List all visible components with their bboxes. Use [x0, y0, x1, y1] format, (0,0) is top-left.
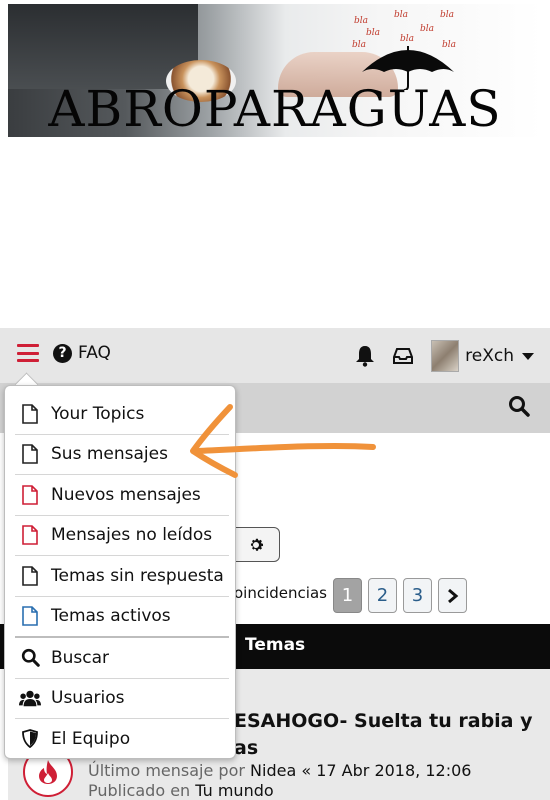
document-icon: [19, 524, 41, 546]
menu-item-label: Nuevos mensajes: [51, 484, 201, 505]
menu-item-temas-activos[interactable]: Temas activos: [15, 597, 229, 638]
last-post-author-link[interactable]: Nidea: [250, 761, 296, 780]
page-1-button[interactable]: 1: [333, 578, 362, 613]
menu-item-label: Buscar: [51, 647, 110, 668]
banner-bubble: bla: [366, 28, 381, 38]
banner-bubble: bla: [420, 24, 435, 34]
pagination: 1 2 3: [333, 578, 473, 613]
menu-item-label: Usuarios: [51, 688, 125, 709]
document-icon: [19, 484, 41, 506]
annotation-arrow-icon: [190, 404, 376, 478]
menu-item-mensajes-no-leidos[interactable]: Mensajes no leídos: [15, 516, 229, 556]
published-forum-link[interactable]: Tu mundo: [195, 781, 273, 800]
navbar-left: ? FAQ: [17, 343, 111, 363]
menu-item-label: El Equipo: [51, 728, 131, 749]
document-icon: [19, 403, 41, 425]
next-page-button[interactable]: [438, 578, 467, 613]
question-circle-icon: ?: [53, 343, 72, 363]
flame-icon: [39, 760, 57, 784]
last-post-prefix: Último mensaje por: [88, 761, 245, 780]
document-icon: [19, 443, 41, 465]
menu-item-label: Temas activos: [51, 606, 171, 627]
topic-title-line: as: [234, 737, 259, 759]
search-icon: [19, 647, 41, 669]
menu-item-usuarios[interactable]: Usuarios: [15, 679, 229, 719]
site-title: ABROPARAGUAS: [48, 80, 502, 137]
chevron-right-icon: [447, 588, 458, 603]
navbar-right: reXch: [355, 340, 534, 372]
search-options-button[interactable]: [233, 527, 280, 562]
banner-bubble: bla: [440, 10, 455, 20]
published-prefix: Publicado en: [88, 781, 191, 800]
username[interactable]: reXch: [465, 346, 514, 366]
menu-item-label: Your Topics: [51, 403, 145, 424]
menu-item-el-equipo[interactable]: El Equipo: [15, 719, 229, 759]
hamburger-menu-icon[interactable]: [17, 344, 39, 362]
menu-item-label: Mensajes no leídos: [51, 525, 213, 546]
notifications-bell-icon[interactable]: [355, 345, 375, 367]
last-post-date: « 17 Abr 2018, 12:06: [301, 761, 472, 780]
topics-header: Temas: [245, 635, 306, 655]
banner-bubble: bla: [394, 10, 409, 20]
page-2-button[interactable]: 2: [368, 578, 397, 613]
menu-item-label: Sus mensajes: [51, 444, 168, 465]
chevron-down-icon[interactable]: [522, 352, 534, 360]
topic-title-line: ESAHOGO- Suelta tu rabia y: [234, 710, 533, 732]
site-banner[interactable]: bla bla bla bla bla bla bla bla ABROPARA…: [8, 4, 542, 137]
search-icon[interactable]: [508, 395, 530, 417]
menu-item-buscar[interactable]: Buscar: [15, 638, 229, 679]
top-navbar: ? FAQ reXch: [0, 328, 550, 383]
document-icon: [19, 565, 41, 587]
faq-label: FAQ: [78, 343, 111, 363]
last-post-info: Último mensaje por Nidea « 17 Abr 2018, …: [88, 761, 471, 780]
shield-icon: [19, 728, 41, 750]
published-info: Publicado en Tu mundo: [88, 781, 274, 800]
document-icon: [19, 605, 41, 627]
banner-bubble: bla: [354, 16, 369, 26]
search-matches-text: oincidencias: [234, 584, 327, 602]
users-icon: [19, 687, 41, 709]
topic-title-link[interactable]: ESAHOGO- Suelta tu rabia y as: [234, 708, 534, 762]
gear-icon: [250, 538, 264, 551]
avatar[interactable]: [431, 340, 460, 372]
page-3-button[interactable]: 3: [403, 578, 432, 613]
menu-item-temas-sin-respuesta[interactable]: Temas sin respuesta: [15, 556, 229, 597]
inbox-icon[interactable]: [393, 346, 414, 366]
menu-item-label: Temas sin respuesta: [51, 565, 224, 586]
faq-link[interactable]: ? FAQ: [53, 343, 111, 363]
